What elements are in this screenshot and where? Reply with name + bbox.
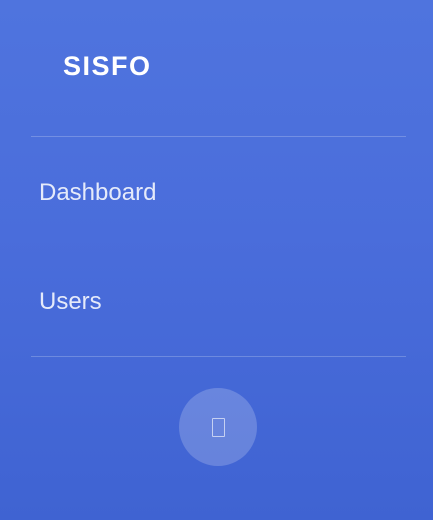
brand-logo[interactable]: SISFO (63, 48, 152, 84)
sidebar: SISFO Dashboard Users (0, 0, 433, 520)
sidebar-divider (31, 136, 406, 137)
sidebar-toggle-button[interactable] (179, 388, 257, 466)
sidebar-toggle-icon (211, 417, 225, 437)
sidebar-item-users[interactable]: Users (39, 282, 102, 322)
sidebar-item-dashboard[interactable]: Dashboard (39, 173, 156, 213)
sidebar-divider (31, 356, 406, 357)
